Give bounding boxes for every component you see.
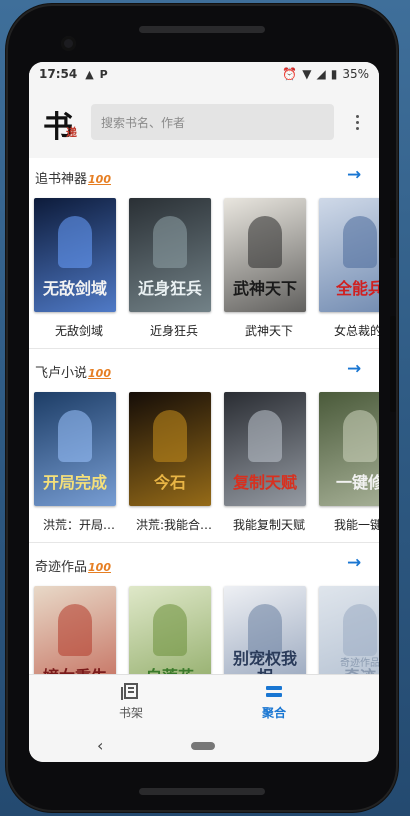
app-bar: 书 递 搜索书名、作者 [29,86,379,158]
cover-figure [153,410,187,462]
cover-title: 别宠权我相 [232,649,297,675]
cover-figure [343,410,377,462]
hundred-badge-icon: 100 [88,561,111,574]
book-row[interactable]: 开局完成洪荒：开局… 今石洪荒:我能合… 复制天赋我能复制天赋 一键修我能一键修 [29,392,379,532]
book-title: 近身狂兵 [149,324,198,338]
book-title: 洪荒：开局… [42,518,115,532]
book-title: 女总裁的全 [333,324,379,338]
section-header[interactable]: 飞卢小说100 → [29,352,379,388]
cover-figure [153,216,187,268]
earpiece-speaker [139,26,265,33]
book-cover[interactable]: 今石 [129,392,211,506]
book-section: 奇迹作品100→嫡女重生白莲花别宠权我相奇迹奇迹作品 [29,546,379,674]
section-title-text: 奇迹作品 [35,560,88,575]
cover-title: 今石 [153,473,186,492]
volume-button [390,316,396,412]
section-header[interactable]: 奇迹作品100 → [29,546,379,582]
notification-icon: ▲ [85,67,94,81]
section-title: 奇迹作品100 [35,556,111,575]
cover-figure [343,604,377,656]
book-title: 无敌剑域 [54,324,103,338]
alarm-icon: ⏰ [282,67,298,81]
section-title-text: 飞卢小说 [35,366,88,381]
book-cover[interactable]: 白莲花 [129,586,211,674]
arrow-right-icon[interactable]: → [347,553,361,573]
book-cover[interactable]: 嫡女重生 [34,586,116,674]
back-icon[interactable]: ‹ [97,736,103,755]
home-pill[interactable] [191,742,215,750]
book-cover[interactable]: 无敌剑域 [34,198,116,312]
status-bar: 17:54 ▲ P ⏰ ▼ ◢ ▮ 35% [29,62,379,86]
section-title-text: 追书神器 [35,172,88,187]
book-row[interactable]: 无敌剑域无敌剑域近身狂兵近身狂兵武神天下武神天下全能兵女总裁的全 [29,198,379,338]
cover-figure [343,216,377,268]
book-cover[interactable]: 开局完成 [34,392,116,506]
book-title: 武神天下 [244,324,293,338]
section-title: 飞卢小说100 [35,362,111,381]
cover-figure [153,604,187,656]
app-screen: 17:54 ▲ P ⏰ ▼ ◢ ▮ 35% 书 递 搜索书名、作者 追书神器10… [29,62,379,762]
cover-title: 开局完成 [42,473,107,492]
bottom-navigation: 书架 聚合 [29,674,379,730]
hundred-badge-icon: 100 [88,367,111,380]
cover-title: 一键修 [335,473,379,492]
nav-aggregate[interactable]: 聚合 [214,683,334,721]
book-title: 洪荒:我能合… [135,518,213,532]
logo-sub-glyph: 递 [66,126,77,139]
cover-figure [248,410,282,462]
cover-title: 全能兵 [335,279,379,298]
nav-aggregate-label: 聚合 [261,706,286,720]
nav-bookshelf-label: 书架 [118,706,143,720]
aggregate-feed[interactable]: 追书神器100→无敌剑域无敌剑域近身狂兵近身狂兵武神天下武神天下全能兵女总裁的全… [29,158,379,674]
book-cover[interactable]: 一键修 [319,392,379,506]
hundred-badge-icon: 100 [88,173,111,186]
bottom-speaker [139,788,265,795]
arrow-right-icon[interactable]: → [347,165,361,185]
cover-figure [58,604,92,656]
section-divider [29,542,379,543]
wifi-icon: ▼ [302,67,312,81]
section-divider [29,348,379,349]
cover-caption: 奇迹作品 [340,658,379,669]
front-camera [61,36,76,51]
aggregate-icon [266,686,282,697]
cover-title: 复制天赋 [232,473,297,492]
book-row[interactable]: 嫡女重生白莲花别宠权我相奇迹奇迹作品 [29,586,379,674]
app-logo[interactable]: 书 递 [41,104,87,146]
book-section: 飞卢小说100 → 开局完成洪荒：开局… 今石洪荒:我能合… 复制天赋我能复制天赋 一键修… [29,352,379,546]
power-button [390,200,396,258]
book-cover[interactable]: 奇迹奇迹作品 [319,586,379,674]
arrow-right-icon[interactable]: → [347,359,361,379]
book-cover[interactable]: 全能兵 [319,198,379,312]
battery-percent: 35% [342,67,369,81]
section-title: 追书神器100 [35,168,111,187]
cover-title: 无敌剑域 [42,279,107,298]
book-cover[interactable]: 复制天赋 [224,392,306,506]
book-section: 追书神器100→无敌剑域无敌剑域近身狂兵近身狂兵武神天下武神天下全能兵女总裁的全 [29,158,379,352]
signal-icon: ◢ [316,67,326,81]
cover-title: 武神天下 [232,279,297,298]
cover-figure [58,410,92,462]
system-navigation-bar: ‹ [29,730,379,762]
search-input[interactable]: 搜索书名、作者 [91,104,334,140]
book-title: 我能一键修 [333,518,379,532]
battery-icon: ▮ [330,67,338,81]
more-options-icon[interactable] [347,110,367,134]
book-title: 我能复制天赋 [232,518,305,532]
section-header[interactable]: 追书神器100 → [29,158,379,194]
search-placeholder: 搜索书名、作者 [101,115,186,130]
nav-bookshelf[interactable]: 书架 [71,683,191,721]
book-cover[interactable]: 近身狂兵 [129,198,211,312]
p-badge-icon: P [99,67,108,81]
cover-title: 近身狂兵 [137,279,202,298]
cover-figure [58,216,92,268]
status-time: 17:54 [39,67,78,81]
cover-figure [248,216,282,268]
bookshelf-icon [121,683,138,700]
book-cover[interactable]: 别宠权我相 [224,586,306,674]
book-cover[interactable]: 武神天下 [224,198,306,312]
